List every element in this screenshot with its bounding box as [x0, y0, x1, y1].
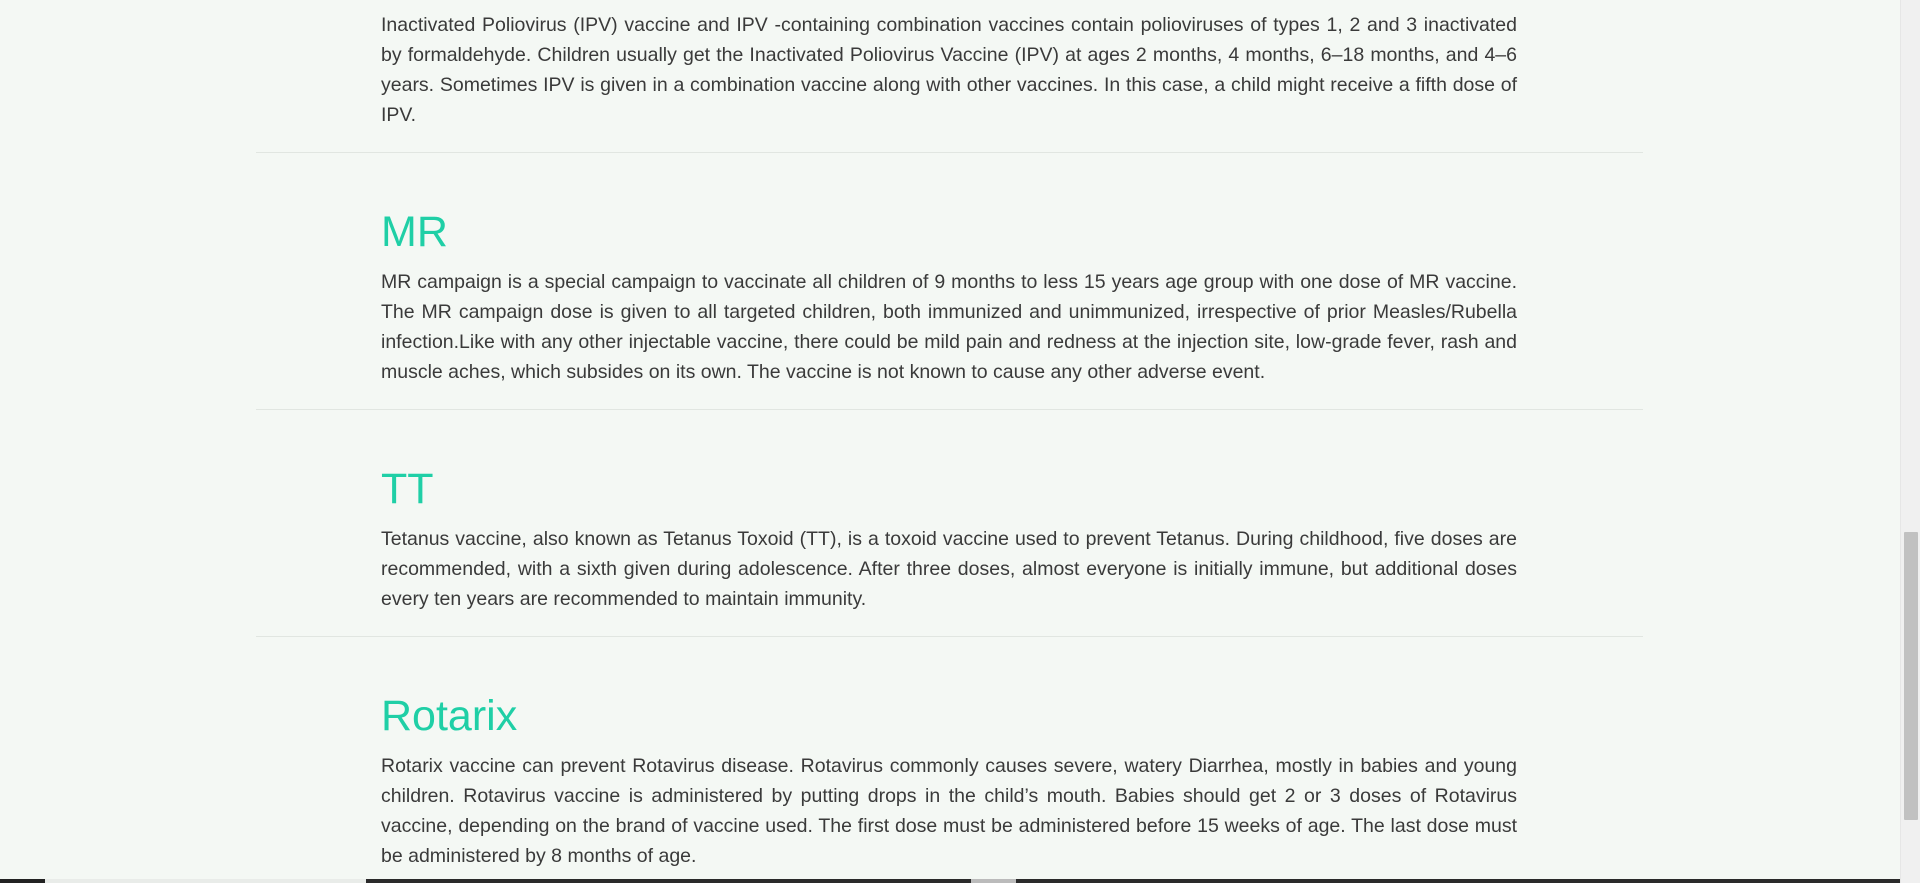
- vaccine-section-ipv: Inactivated Poliovirus (IPV) vaccine and…: [256, 0, 1643, 153]
- page-viewport: Inactivated Poliovirus (IPV) vaccine and…: [0, 0, 1900, 879]
- vaccine-description: Rotarix vaccine can prevent Rotavirus di…: [381, 755, 1517, 867]
- vaccine-description: Inactivated Poliovirus (IPV) vaccine and…: [381, 14, 1517, 126]
- vaccine-section-tt: TT Tetanus vaccine, also known as Tetanu…: [256, 410, 1643, 637]
- strip-segment: [366, 879, 971, 883]
- vaccine-section-rotarix: Rotarix Rotarix vaccine can prevent Rota…: [256, 637, 1643, 879]
- strip-segment: [971, 879, 1016, 883]
- vertical-scrollbar[interactable]: [1900, 0, 1920, 883]
- bottom-edge-strip: [0, 879, 1900, 883]
- vaccine-description: MR campaign is a special campaign to vac…: [381, 271, 1517, 383]
- vaccine-description: Tetanus vaccine, also known as Tetanus T…: [381, 528, 1517, 610]
- vaccine-heading: MR: [381, 208, 448, 256]
- vaccine-section-mr: MR MR campaign is a special campaign to …: [256, 153, 1643, 410]
- vaccine-heading: TT: [381, 465, 434, 513]
- strip-segment: [1016, 879, 1900, 883]
- vaccine-list: Inactivated Poliovirus (IPV) vaccine and…: [256, 0, 1643, 879]
- strip-segment: [0, 879, 45, 883]
- vaccine-heading: Rotarix: [381, 692, 518, 740]
- scrollbar-thumb[interactable]: [1904, 532, 1918, 820]
